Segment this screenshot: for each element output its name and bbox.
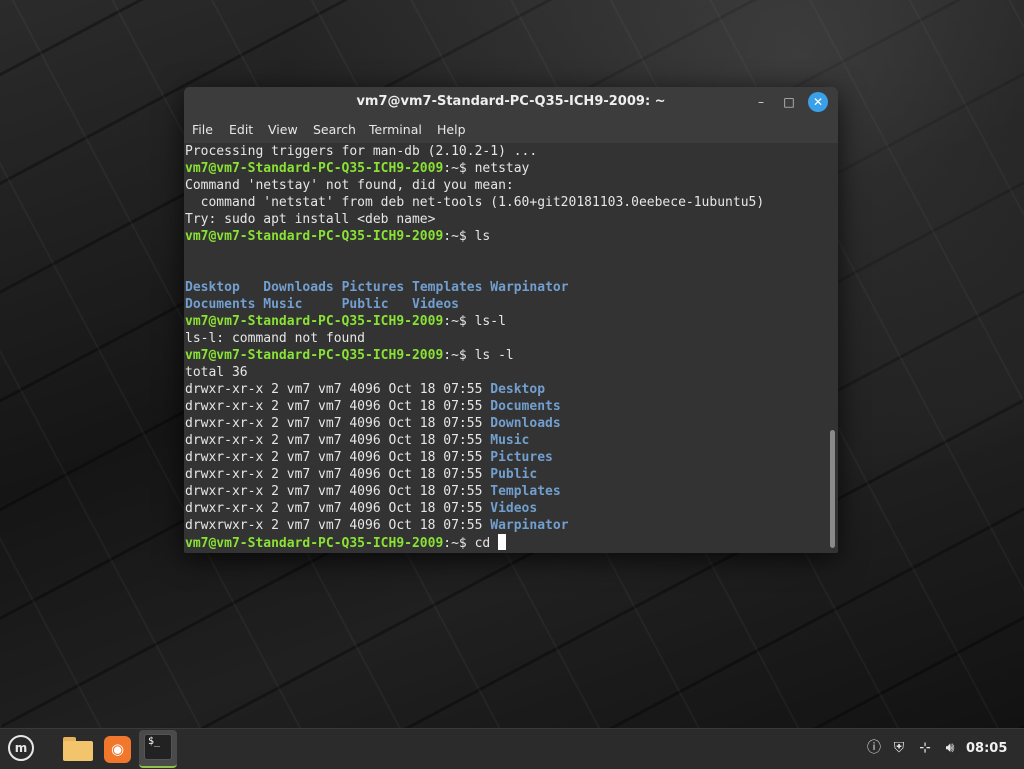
output-text: command 'netstat' from deb net-tools (1.… [185,195,765,210]
close-button[interactable]: ✕ [808,92,828,112]
output-text: Command 'netstay' not found, did you mea… [185,178,514,193]
output-text: ls-l: command not found [185,331,366,346]
shell-command: :~$ ls-l [443,314,506,329]
directory-name: Downloads [263,280,342,295]
notification-icon[interactable]: ⓘ [864,738,884,758]
terminal-output-line: Command 'netstay' not found, did you mea… [185,177,825,194]
directory-name: Music [263,297,342,312]
terminal-prompt-line: vm7@vm7-Standard-PC-Q35-ICH9-2009:~$ ls [185,228,825,245]
shell-prompt: vm7@vm7-Standard-PC-Q35-ICH9-2009 [185,348,444,363]
ls-output-line: Documents Music Public Videos [185,296,825,313]
firefox-launcher[interactable]: ◉ [100,731,136,767]
directory-name: Public [341,297,413,312]
terminal-icon: $_ [144,734,172,760]
directory-name: Documents [490,399,561,414]
clock[interactable]: 08:05 [966,729,1007,769]
menu-view[interactable]: View [268,121,298,139]
terminal-launcher[interactable]: $_ [139,730,177,768]
directory-name: Desktop [490,382,546,397]
terminal-text: Processing triggers for man-db (2.10.2-1… [185,143,825,551]
directory-name: Videos [412,297,459,312]
terminal-output[interactable]: Processing triggers for man-db (2.10.2-1… [184,143,838,553]
terminal-scrollbar[interactable] [829,143,837,553]
window-title: vm7@vm7-Standard-PC-Q35-ICH9-2009: ~ [356,94,666,109]
file-attributes: drwxr-xr-x 2 vm7 vm7 4096 Oct 18 07:55 [185,399,491,414]
menu-search[interactable]: Search [313,121,356,139]
terminal-prompt-line: vm7@vm7-Standard-PC-Q35-ICH9-2009:~$ ls-… [185,313,825,330]
directory-name: Templates [412,280,491,295]
directory-name: Downloads [490,416,561,431]
shell-command: :~$ ls [443,229,491,244]
file-attributes: drwxr-xr-x 2 vm7 vm7 4096 Oct 18 07:55 [185,484,491,499]
directory-name: Templates [490,484,561,499]
shell-command: :~$ netstay [443,161,530,176]
network-icon[interactable]: ⊹ [915,738,935,758]
ls-long-line: drwxr-xr-x 2 vm7 vm7 4096 Oct 18 07:55 V… [185,500,825,517]
directory-name: Pictures [341,280,413,295]
firefox-icon: ◉ [104,736,131,763]
directory-name: Warpinator [490,280,569,295]
terminal-window[interactable]: vm7@vm7-Standard-PC-Q35-ICH9-2009: ~ – □… [184,87,838,553]
directory-name: Desktop [185,280,264,295]
output-text: Try: sudo apt install <deb name> [185,212,436,227]
files-launcher[interactable] [60,731,96,767]
file-attributes: drwxrwxr-x 2 vm7 vm7 4096 Oct 18 07:55 [185,518,491,533]
volume-icon[interactable]: 🔊︎ [940,738,960,758]
file-attributes: drwxr-xr-x 2 vm7 vm7 4096 Oct 18 07:55 [185,467,491,482]
ls-output-line: Desktop Downloads Pictures Templates War… [185,279,825,296]
file-attributes: drwxr-xr-x 2 vm7 vm7 4096 Oct 18 07:55 [185,450,491,465]
file-attributes: drwxr-xr-x 2 vm7 vm7 4096 Oct 18 07:55 [185,382,491,397]
terminal-output-line: Try: sudo apt install <deb name> [185,211,825,228]
directory-name: Music [490,433,530,448]
directory-name: Warpinator [490,518,569,533]
ls-long-line: drwxr-xr-x 2 vm7 vm7 4096 Oct 18 07:55 D… [185,381,825,398]
terminal-output-line: command 'netstat' from deb net-tools (1.… [185,194,825,211]
shell-command: :~$ cd [443,536,499,551]
menu-bar: File Edit View Search Terminal Help [184,117,838,143]
menu-terminal[interactable]: Terminal [369,121,422,139]
scrollbar-thumb[interactable] [830,430,835,548]
terminal-prompt-line: vm7@vm7-Standard-PC-Q35-ICH9-2009:~$ net… [185,160,825,177]
shell-prompt: vm7@vm7-Standard-PC-Q35-ICH9-2009 [185,229,444,244]
output-text: total 36 [185,365,248,380]
terminal-prompt-line: vm7@vm7-Standard-PC-Q35-ICH9-2009:~$ cd [185,534,825,551]
shell-prompt: vm7@vm7-Standard-PC-Q35-ICH9-2009 [185,314,444,329]
minimize-button[interactable]: – [752,93,770,111]
taskbar: m ◉ $_ ⓘ ⛨ ⊹ 🔊︎ 08:05 [0,728,1024,769]
start-menu-button[interactable]: m [4,731,40,767]
terminal-prompt-line: vm7@vm7-Standard-PC-Q35-ICH9-2009:~$ ls … [185,347,825,364]
terminal-output-line: total 36 [185,364,825,381]
file-attributes: drwxr-xr-x 2 vm7 vm7 4096 Oct 18 07:55 [185,501,491,516]
terminal-output-line: Processing triggers for man-db (2.10.2-1… [185,143,825,160]
ls-long-line: drwxr-xr-x 2 vm7 vm7 4096 Oct 18 07:55 T… [185,483,825,500]
shell-prompt: vm7@vm7-Standard-PC-Q35-ICH9-2009 [185,536,444,551]
directory-name: Videos [490,501,538,516]
menu-file[interactable]: File [192,121,213,139]
update-shield-icon[interactable]: ⛨ [889,738,909,758]
menu-help[interactable]: Help [437,121,466,139]
shell-prompt: vm7@vm7-Standard-PC-Q35-ICH9-2009 [185,161,444,176]
directory-name: Documents [185,297,264,312]
directory-name: Public [490,467,538,482]
output-text: Processing triggers for man-db (2.10.2-1… [185,144,538,159]
ls-long-line: drwxr-xr-x 2 vm7 vm7 4096 Oct 18 07:55 P… [185,449,825,466]
text-cursor [498,534,507,550]
ls-long-line: drwxrwxr-x 2 vm7 vm7 4096 Oct 18 07:55 W… [185,517,825,534]
file-attributes: drwxr-xr-x 2 vm7 vm7 4096 Oct 18 07:55 [185,433,491,448]
ls-long-line: drwxr-xr-x 2 vm7 vm7 4096 Oct 18 07:55 M… [185,432,825,449]
menu-edit[interactable]: Edit [229,121,253,139]
ls-long-line: drwxr-xr-x 2 vm7 vm7 4096 Oct 18 07:55 D… [185,398,825,415]
mint-menu-icon: m [8,735,34,761]
window-titlebar[interactable]: vm7@vm7-Standard-PC-Q35-ICH9-2009: ~ – □… [184,87,838,117]
terminal-output-line: ls-l: command not found [185,330,825,347]
ls-long-line: drwxr-xr-x 2 vm7 vm7 4096 Oct 18 07:55 P… [185,466,825,483]
ls-long-line: drwxr-xr-x 2 vm7 vm7 4096 Oct 18 07:55 D… [185,415,825,432]
maximize-button[interactable]: □ [780,93,798,111]
directory-name: Pictures [490,450,553,465]
shell-command: :~$ ls -l [443,348,514,363]
file-attributes: drwxr-xr-x 2 vm7 vm7 4096 Oct 18 07:55 [185,416,491,431]
folder-icon [63,737,93,761]
